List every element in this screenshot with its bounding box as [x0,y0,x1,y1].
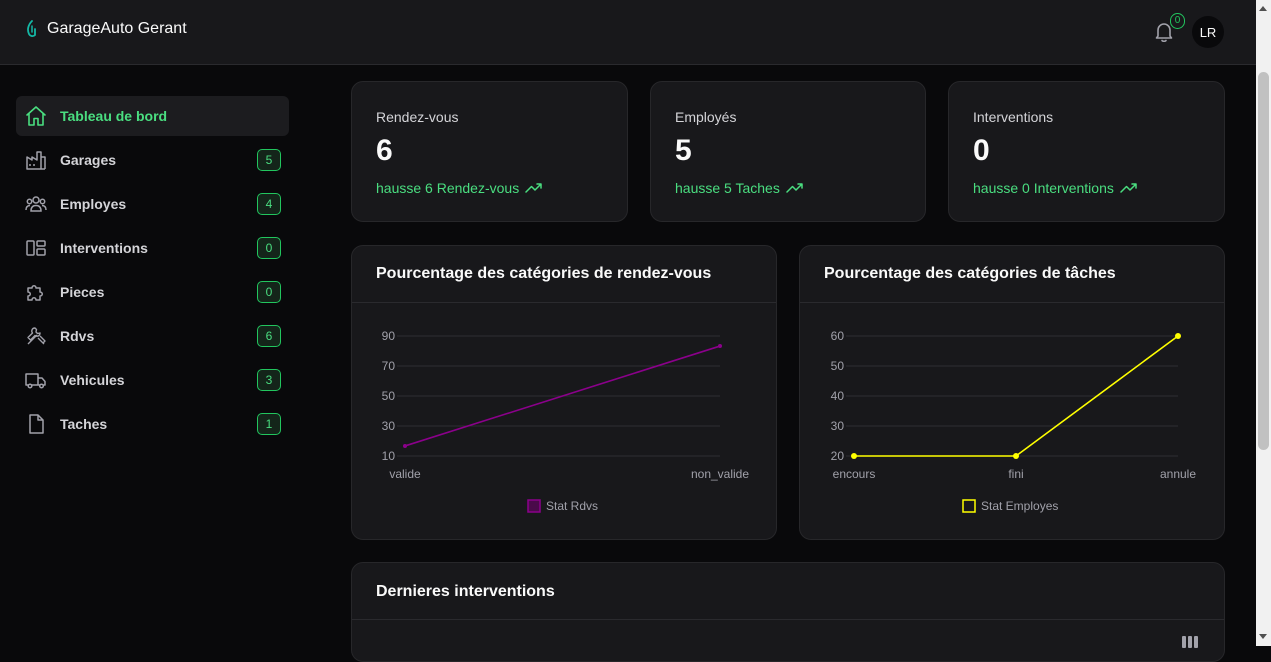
sidebar-item-interventions[interactable]: Interventions 0 [16,228,289,268]
y-tick-label: 90 [382,329,396,343]
sidebar-item-label: Interventions [60,240,148,256]
legend-swatch [962,499,976,513]
sidebar-item-vehicules[interactable]: Vehicules 3 [16,360,289,400]
stat-trend-text: hausse 5 Taches [675,180,780,196]
page-scrollbar[interactable] [1256,0,1271,646]
brand[interactable]: GarageAuto Gerant [25,20,187,38]
users-icon [24,192,48,216]
sidebar-item-label: Vehicules [60,372,125,388]
data-point [403,443,407,448]
data-point [718,344,722,349]
trending-up-icon [786,183,803,193]
data-point [1013,453,1019,459]
sidebar-item-label: Employes [60,196,127,212]
sidebar-item-label: Rdvs [60,328,95,344]
columns-icon[interactable] [1181,635,1199,649]
stat-trend: hausse 0 Interventions [973,180,1138,196]
x-tick-label: non_valide [691,467,749,481]
stat-card-employes: Employés 5 hausse 5 Taches [650,81,926,222]
file-icon [24,412,48,436]
y-tick-label: 20 [831,449,845,463]
stat-value: 5 [675,134,692,167]
data-point [851,453,857,459]
legend-swatch [527,499,541,513]
home-icon [24,104,48,128]
stat-trend: hausse 5 Taches [675,180,804,196]
y-tick-label: 70 [382,359,396,373]
line-chart-taches: 20 30 40 50 60 encours fini annule Stat Employes [831,329,1197,513]
divider [352,619,1224,620]
legend-label: Stat Rdvs [546,499,598,513]
scroll-up-arrow-icon[interactable] [1259,6,1267,11]
sidebar-item-pieces[interactable]: Pieces 0 [16,272,289,312]
truck-icon [24,368,48,392]
count-badge: 5 [257,149,281,171]
section-title: Dernieres interventions [376,583,555,600]
sidebar-item-label: Pieces [60,284,105,300]
user-avatar[interactable]: LR [1192,16,1224,48]
stat-card-rendez-vous: Rendez-vous 6 hausse 6 Rendez-vous [351,81,628,222]
stat-value: 0 [973,134,990,167]
sidebar-item-garages[interactable]: Garages 5 [16,140,289,180]
count-badge: 4 [257,193,281,215]
sidebar-item-label: Taches [60,416,108,432]
sidebar-item-tableau-de-bord[interactable]: Tableau de bord [16,96,289,136]
count-badge: 1 [257,413,281,435]
y-tick-label: 10 [382,449,396,463]
stat-value: 6 [376,134,393,167]
chart-title: Pourcentage des catégories de rendez-vou… [376,265,712,282]
x-tick-label: annule [1160,467,1196,481]
stat-trend-text: hausse 0 Interventions [973,180,1114,196]
y-tick-label: 40 [831,389,845,403]
count-badge: 0 [257,281,281,303]
trending-up-icon [525,183,542,193]
legend-label: Stat Employes [981,499,1058,513]
layout-icon [24,236,48,260]
count-badge: 0 [257,237,281,259]
recent-interventions-card: Dernieres interventions [351,562,1225,662]
brand-logo-icon [27,20,36,37]
sidebar-item-label: Tableau de bord [60,108,168,124]
sidebar-item-employes[interactable]: Employes 4 [16,184,289,224]
sidebar-item-taches[interactable]: Taches 1 [16,404,289,444]
chart-card-taches: Pourcentage des catégories de tâches 20 3… [799,245,1225,540]
y-tick-label: 30 [831,419,845,433]
chart-title: Pourcentage des catégories de tâches [824,265,1116,282]
stat-label: Rendez-vous [376,109,459,125]
puzzle-icon [24,280,48,304]
sidebar-item-label: Garages [60,152,117,168]
x-tick-label: fini [1008,467,1023,481]
y-tick-label: 60 [831,329,845,343]
top-header: GarageAuto Gerant 0 LR [0,0,1256,65]
tools-icon [24,324,48,348]
notification-count-badge: 0 [1170,13,1185,29]
sidebar: Tableau de bord Garages 5 Employes 4 Int… [0,65,305,646]
count-badge: 6 [257,325,281,347]
y-tick-label: 50 [382,389,396,403]
y-tick-label: 50 [831,359,845,373]
stat-trend: hausse 6 Rendez-vous [376,180,543,196]
line-chart-rendez-vous: 10 30 50 70 90 valide non_valide Stat Rdvs [382,329,750,513]
data-point [1175,333,1181,339]
scroll-down-arrow-icon[interactable] [1259,634,1267,639]
stat-label: Interventions [973,109,1054,125]
sidebar-item-rdvs[interactable]: Rdvs 6 [16,316,289,356]
y-tick-label: 30 [382,419,396,433]
chart-card-rendez-vous: Pourcentage des catégories de rendez-vou… [351,245,777,540]
app-title: GarageAuto Gerant [47,20,187,37]
stat-card-interventions: Interventions 0 hausse 0 Interventions [948,81,1225,222]
stat-label: Employés [675,109,737,125]
x-tick-label: encours [833,467,876,481]
x-tick-label: valide [389,467,421,481]
factory-icon [24,148,48,172]
count-badge: 3 [257,369,281,391]
trending-up-icon [1120,183,1137,193]
stat-trend-text: hausse 6 Rendez-vous [376,180,520,196]
scrollbar-thumb[interactable] [1258,72,1269,450]
